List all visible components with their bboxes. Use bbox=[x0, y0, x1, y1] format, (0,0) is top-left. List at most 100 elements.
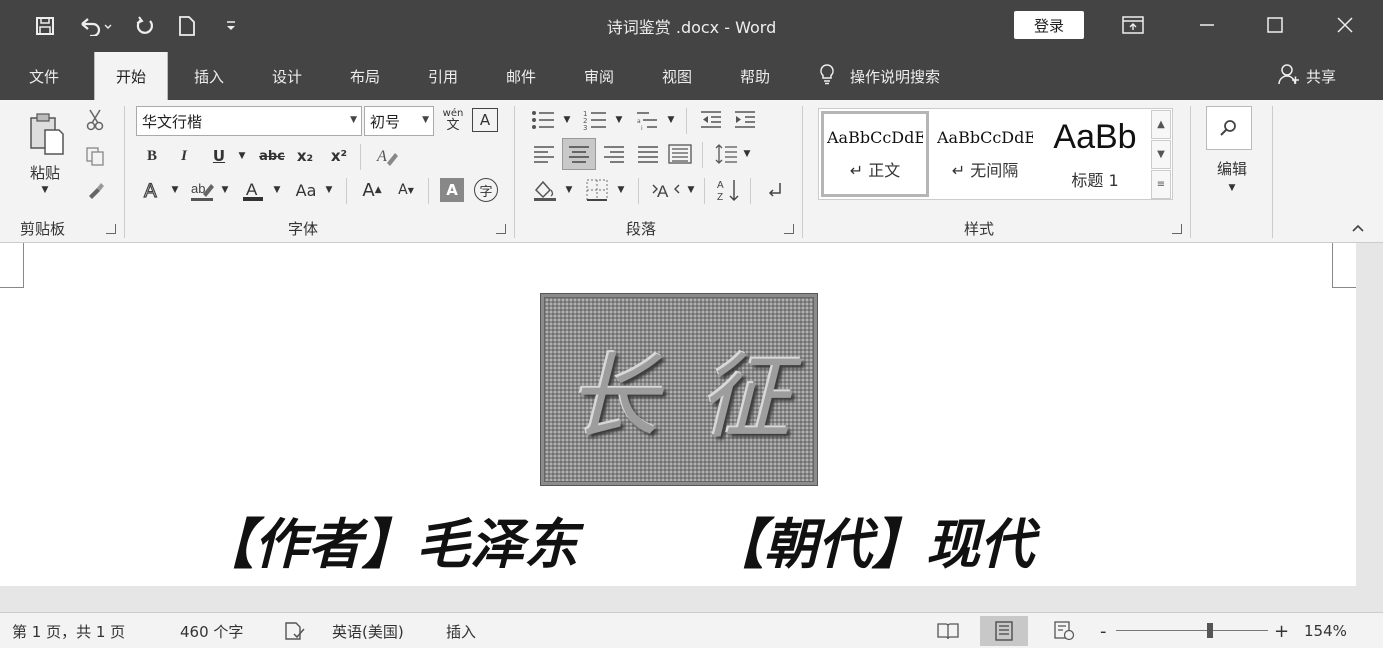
language-indicator[interactable]: 英语(美国) bbox=[332, 613, 404, 648]
align-right-icon[interactable] bbox=[598, 140, 630, 168]
tab-mailings[interactable]: 邮件 bbox=[488, 52, 554, 100]
sort-icon[interactable]: AZ bbox=[714, 176, 742, 204]
chevron-down-icon[interactable]: ▼ bbox=[614, 176, 628, 204]
italic-button[interactable]: I bbox=[172, 142, 196, 170]
tell-me-search[interactable]: 操作说明搜索 bbox=[818, 52, 940, 100]
numbering-icon[interactable]: 123 bbox=[580, 106, 610, 134]
show-formatting-marks-icon[interactable] bbox=[760, 176, 788, 204]
justify-icon[interactable] bbox=[632, 140, 664, 168]
login-button[interactable]: 登录 bbox=[1014, 11, 1084, 39]
change-case-button[interactable]: Aa bbox=[290, 176, 322, 204]
gallery-more-icon[interactable]: ≡ bbox=[1151, 170, 1171, 199]
tab-insert[interactable]: 插入 bbox=[176, 52, 242, 100]
multilevel-list-icon[interactable]: ai bbox=[632, 106, 662, 134]
chevron-down-icon[interactable]: ▼ bbox=[740, 140, 754, 168]
chevron-down-icon[interactable]: ▼ bbox=[612, 106, 626, 134]
distributed-icon[interactable] bbox=[664, 140, 696, 168]
new-document-icon[interactable] bbox=[172, 12, 202, 40]
align-left-icon[interactable] bbox=[528, 140, 560, 168]
borders-icon[interactable] bbox=[582, 176, 612, 204]
chevron-down-icon[interactable]: ▼ bbox=[684, 176, 698, 204]
underline-button[interactable]: U bbox=[206, 142, 232, 170]
clipboard-launcher-icon[interactable] bbox=[106, 224, 116, 234]
page-count[interactable]: 第 1 页，共 1 页 bbox=[12, 613, 125, 648]
increase-indent-icon[interactable] bbox=[730, 106, 760, 134]
font-launcher-icon[interactable] bbox=[496, 224, 506, 234]
decrease-indent-icon[interactable] bbox=[696, 106, 726, 134]
zoom-in-button[interactable]: + bbox=[1274, 613, 1289, 648]
chevron-down-icon[interactable]: ▼ bbox=[560, 106, 574, 134]
word-count[interactable]: 460 个字 bbox=[180, 613, 243, 648]
document-page[interactable]: 长 征 【作者】 毛泽东 【朝代】 现代 bbox=[0, 243, 1356, 586]
strikethrough-button[interactable]: abc bbox=[256, 142, 288, 170]
undo-icon[interactable] bbox=[74, 12, 118, 40]
tab-home[interactable]: 开始 bbox=[94, 52, 168, 100]
character-shading-button[interactable]: A bbox=[440, 178, 464, 202]
zoom-slider-thumb[interactable] bbox=[1207, 623, 1214, 638]
read-mode-icon[interactable] bbox=[924, 616, 972, 646]
tab-design[interactable]: 设计 bbox=[254, 52, 320, 100]
share-button[interactable]: 共享 bbox=[1278, 52, 1336, 100]
tab-references[interactable]: 引用 bbox=[410, 52, 476, 100]
character-border-button[interactable]: A bbox=[472, 108, 498, 132]
line-spacing-icon[interactable] bbox=[712, 140, 740, 168]
tab-review[interactable]: 审阅 bbox=[566, 52, 632, 100]
redo-icon[interactable] bbox=[130, 12, 160, 40]
phonetic-guide-button[interactable]: wén 文 bbox=[440, 106, 466, 134]
save-icon[interactable] bbox=[30, 12, 60, 40]
find-icon[interactable] bbox=[1206, 106, 1252, 150]
tab-layout[interactable]: 布局 bbox=[332, 52, 398, 100]
ribbon-display-options-icon[interactable] bbox=[1108, 8, 1158, 42]
subscript-button[interactable]: x₂ bbox=[292, 142, 318, 170]
tab-help[interactable]: 帮助 bbox=[722, 52, 788, 100]
maximize-icon[interactable] bbox=[1250, 8, 1300, 42]
font-size-combo[interactable]: 初号 ▼ bbox=[364, 106, 434, 136]
highlight-color-icon[interactable]: ab bbox=[186, 176, 218, 204]
styles-launcher-icon[interactable] bbox=[1172, 224, 1182, 234]
web-layout-icon[interactable] bbox=[1040, 616, 1088, 646]
print-layout-icon[interactable] bbox=[980, 616, 1028, 646]
chevron-down-icon[interactable]: ▼ bbox=[168, 176, 182, 204]
grow-font-button[interactable]: A ▲ bbox=[358, 176, 386, 204]
chevron-down-icon[interactable]: ▼ bbox=[234, 142, 250, 170]
insert-mode[interactable]: 插入 bbox=[446, 613, 476, 648]
bullets-icon[interactable] bbox=[528, 106, 558, 134]
text-effects-icon[interactable]: A bbox=[138, 176, 168, 204]
vertical-scrollbar[interactable] bbox=[1356, 243, 1383, 612]
close-icon[interactable] bbox=[1320, 8, 1370, 42]
font-color-icon[interactable]: A bbox=[238, 176, 268, 204]
chevron-down-icon[interactable]: ▼ bbox=[218, 176, 232, 204]
chevron-down-icon[interactable]: ▼ bbox=[1222, 180, 1242, 196]
minimize-icon[interactable] bbox=[1182, 8, 1232, 42]
bold-button[interactable]: B bbox=[140, 142, 164, 170]
chevron-down-icon[interactable]: ▼ bbox=[562, 176, 576, 204]
font-name-combo[interactable]: 华文行楷 ▼ bbox=[136, 106, 362, 136]
chevron-down-icon[interactable]: ▼ bbox=[664, 106, 678, 134]
style-normal[interactable]: AaBbCcDdEe ↵ 正文 bbox=[821, 111, 929, 197]
tab-file[interactable]: 文件 bbox=[8, 52, 80, 100]
shrink-font-button[interactable]: A ▼ bbox=[392, 176, 420, 204]
gallery-scroll-down-icon[interactable]: ▼ bbox=[1151, 140, 1171, 169]
styles-gallery[interactable]: AaBbCcDdEe ↵ 正文 AaBbCcDdEe ↵ 无间隔 AaBb 标题… bbox=[818, 108, 1173, 200]
chinese-layout-icon[interactable]: A bbox=[648, 176, 684, 204]
style-heading-1[interactable]: AaBb 标题 1 bbox=[1041, 111, 1149, 197]
gallery-scroll-up-icon[interactable]: ▲ bbox=[1151, 110, 1171, 139]
superscript-button[interactable]: x² bbox=[326, 142, 352, 170]
cut-icon[interactable] bbox=[82, 106, 108, 134]
customize-toolbar-icon[interactable] bbox=[218, 12, 244, 40]
paste-button[interactable]: 粘贴 ▼ bbox=[20, 108, 70, 196]
collapse-ribbon-icon[interactable] bbox=[1346, 216, 1370, 240]
tab-view[interactable]: 视图 bbox=[644, 52, 710, 100]
zoom-slider[interactable] bbox=[1116, 623, 1268, 638]
paragraph-launcher-icon[interactable] bbox=[784, 224, 794, 234]
chevron-down-icon[interactable]: ▼ bbox=[322, 176, 336, 204]
align-center-icon[interactable] bbox=[562, 138, 596, 170]
enclose-characters-button[interactable]: 字 bbox=[472, 176, 500, 204]
zoom-level[interactable]: 154% bbox=[1304, 613, 1347, 648]
proofing-icon[interactable] bbox=[284, 613, 306, 648]
editing-label[interactable]: 编辑 bbox=[1206, 156, 1258, 180]
chevron-down-icon[interactable]: ▼ bbox=[270, 176, 284, 204]
zoom-out-button[interactable]: - bbox=[1100, 613, 1107, 648]
format-painter-icon[interactable] bbox=[82, 176, 108, 204]
wordart-image[interactable]: 长 征 bbox=[540, 293, 818, 486]
